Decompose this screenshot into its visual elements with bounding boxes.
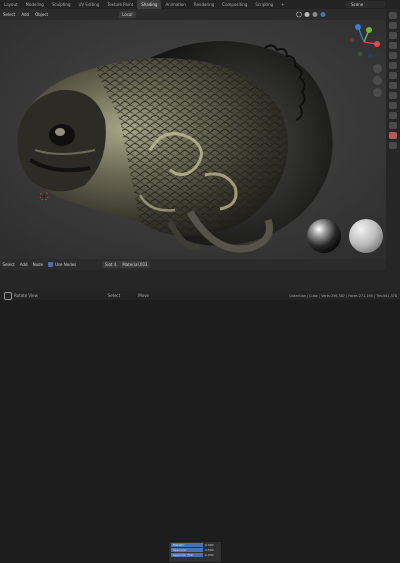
workspace-tabs: Layout Modeling Sculpting UV Editing Tex… xyxy=(0,0,400,9)
viewport-header: Select Add Object Local xyxy=(0,9,386,20)
world-icon[interactable] xyxy=(389,62,397,69)
viewport-shading-icons[interactable] xyxy=(292,11,334,19)
modifier-icon[interactable] xyxy=(389,82,397,89)
material-slot-dropdown[interactable]: Slot 4 xyxy=(101,261,120,268)
data-icon[interactable] xyxy=(389,122,397,129)
axis-gizmo-icon xyxy=(349,24,380,59)
mouse-icon xyxy=(4,291,12,300)
scene-statistics: Collection | Cube | Verts:256,387 | Face… xyxy=(289,293,397,298)
node-select-menu[interactable]: Select xyxy=(0,262,17,267)
property-row[interactable]: Specular 0.500 xyxy=(171,548,219,552)
scene-selector[interactable]: Scene xyxy=(345,1,385,8)
tab-rendering[interactable]: Rendering xyxy=(190,0,218,9)
reflection-probe-sphere xyxy=(307,219,341,253)
property-value: 0.000 xyxy=(205,553,214,557)
checkbox-checked-icon xyxy=(48,262,54,267)
add-workspace-button[interactable]: + xyxy=(277,0,288,9)
property-value: 0.000 xyxy=(205,543,214,547)
physics-icon[interactable] xyxy=(389,102,397,109)
object-menu[interactable]: Object xyxy=(32,12,51,17)
tab-shading[interactable]: Shading xyxy=(137,0,162,9)
status-select: Select xyxy=(107,293,121,298)
status-bar: Rotate View Select Move Collection | Cub… xyxy=(0,291,400,300)
node-editor-canvas[interactable]: Metallic 0.000 Specular 0.500 Specular Tin… xyxy=(0,270,386,563)
pan-button[interactable] xyxy=(373,76,382,85)
tab-scripting[interactable]: Scripting xyxy=(251,0,277,9)
tab-compositing[interactable]: Compositing xyxy=(218,0,251,9)
tab-modeling[interactable]: Modeling xyxy=(22,0,48,9)
transform-orientation-dropdown[interactable]: Local xyxy=(119,11,136,18)
tab-uv-editing[interactable]: UV Editing xyxy=(75,0,104,9)
status-move: Move xyxy=(138,293,149,298)
constraints-icon[interactable] xyxy=(389,112,397,119)
texture-icon[interactable] xyxy=(389,142,397,149)
tab-sculpting[interactable]: Sculpting xyxy=(48,0,75,9)
3d-viewport[interactable] xyxy=(0,20,386,259)
property-label: Metallic xyxy=(171,543,203,547)
diffuse-probe-sphere xyxy=(349,219,383,253)
particles-icon[interactable] xyxy=(389,92,397,99)
node-add-menu[interactable]: Add xyxy=(17,262,30,267)
tab-texture-paint[interactable]: Texture Paint xyxy=(103,0,137,9)
node-menu[interactable]: Node xyxy=(30,262,45,267)
output-icon[interactable] xyxy=(389,32,397,39)
select-menu[interactable]: Select xyxy=(0,12,18,17)
use-nodes-checkbox[interactable]: Use Nodes xyxy=(46,262,79,267)
material-name-field[interactable]: Material.003 xyxy=(119,261,151,268)
camera-view-button[interactable] xyxy=(373,88,382,97)
render-icon[interactable] xyxy=(389,22,397,29)
principled-bsdf-panel: Metallic 0.000 Specular 0.500 Specular Tin… xyxy=(168,541,222,563)
node-editor-header: Select Add Node Use Nodes Slot 4 Materia… xyxy=(0,259,386,270)
status-rotate-view: Rotate View xyxy=(14,293,38,298)
tab-animation[interactable]: Animation xyxy=(161,0,189,9)
use-nodes-label: Use Nodes xyxy=(55,262,77,267)
zoom-button[interactable] xyxy=(373,64,382,73)
property-row[interactable]: Metallic 0.000 xyxy=(171,543,219,547)
property-label: Specular xyxy=(171,548,203,552)
tool-icon[interactable] xyxy=(389,12,397,19)
properties-tab-strip xyxy=(386,9,400,291)
object-icon[interactable] xyxy=(389,72,397,79)
scene-icon[interactable] xyxy=(389,52,397,59)
property-row[interactable]: Specular Tint 0.000 xyxy=(171,553,219,557)
view-layer-icon[interactable] xyxy=(389,42,397,49)
viewport-render xyxy=(0,20,386,259)
tab-layout[interactable]: Layout xyxy=(0,0,22,9)
property-value: 0.500 xyxy=(205,548,214,552)
add-menu[interactable]: Add xyxy=(18,12,32,17)
property-label: Specular Tint xyxy=(171,553,203,557)
navigation-gizmo[interactable] xyxy=(344,22,384,62)
material-icon[interactable] xyxy=(389,132,397,139)
shading-mode-icons xyxy=(295,11,325,17)
